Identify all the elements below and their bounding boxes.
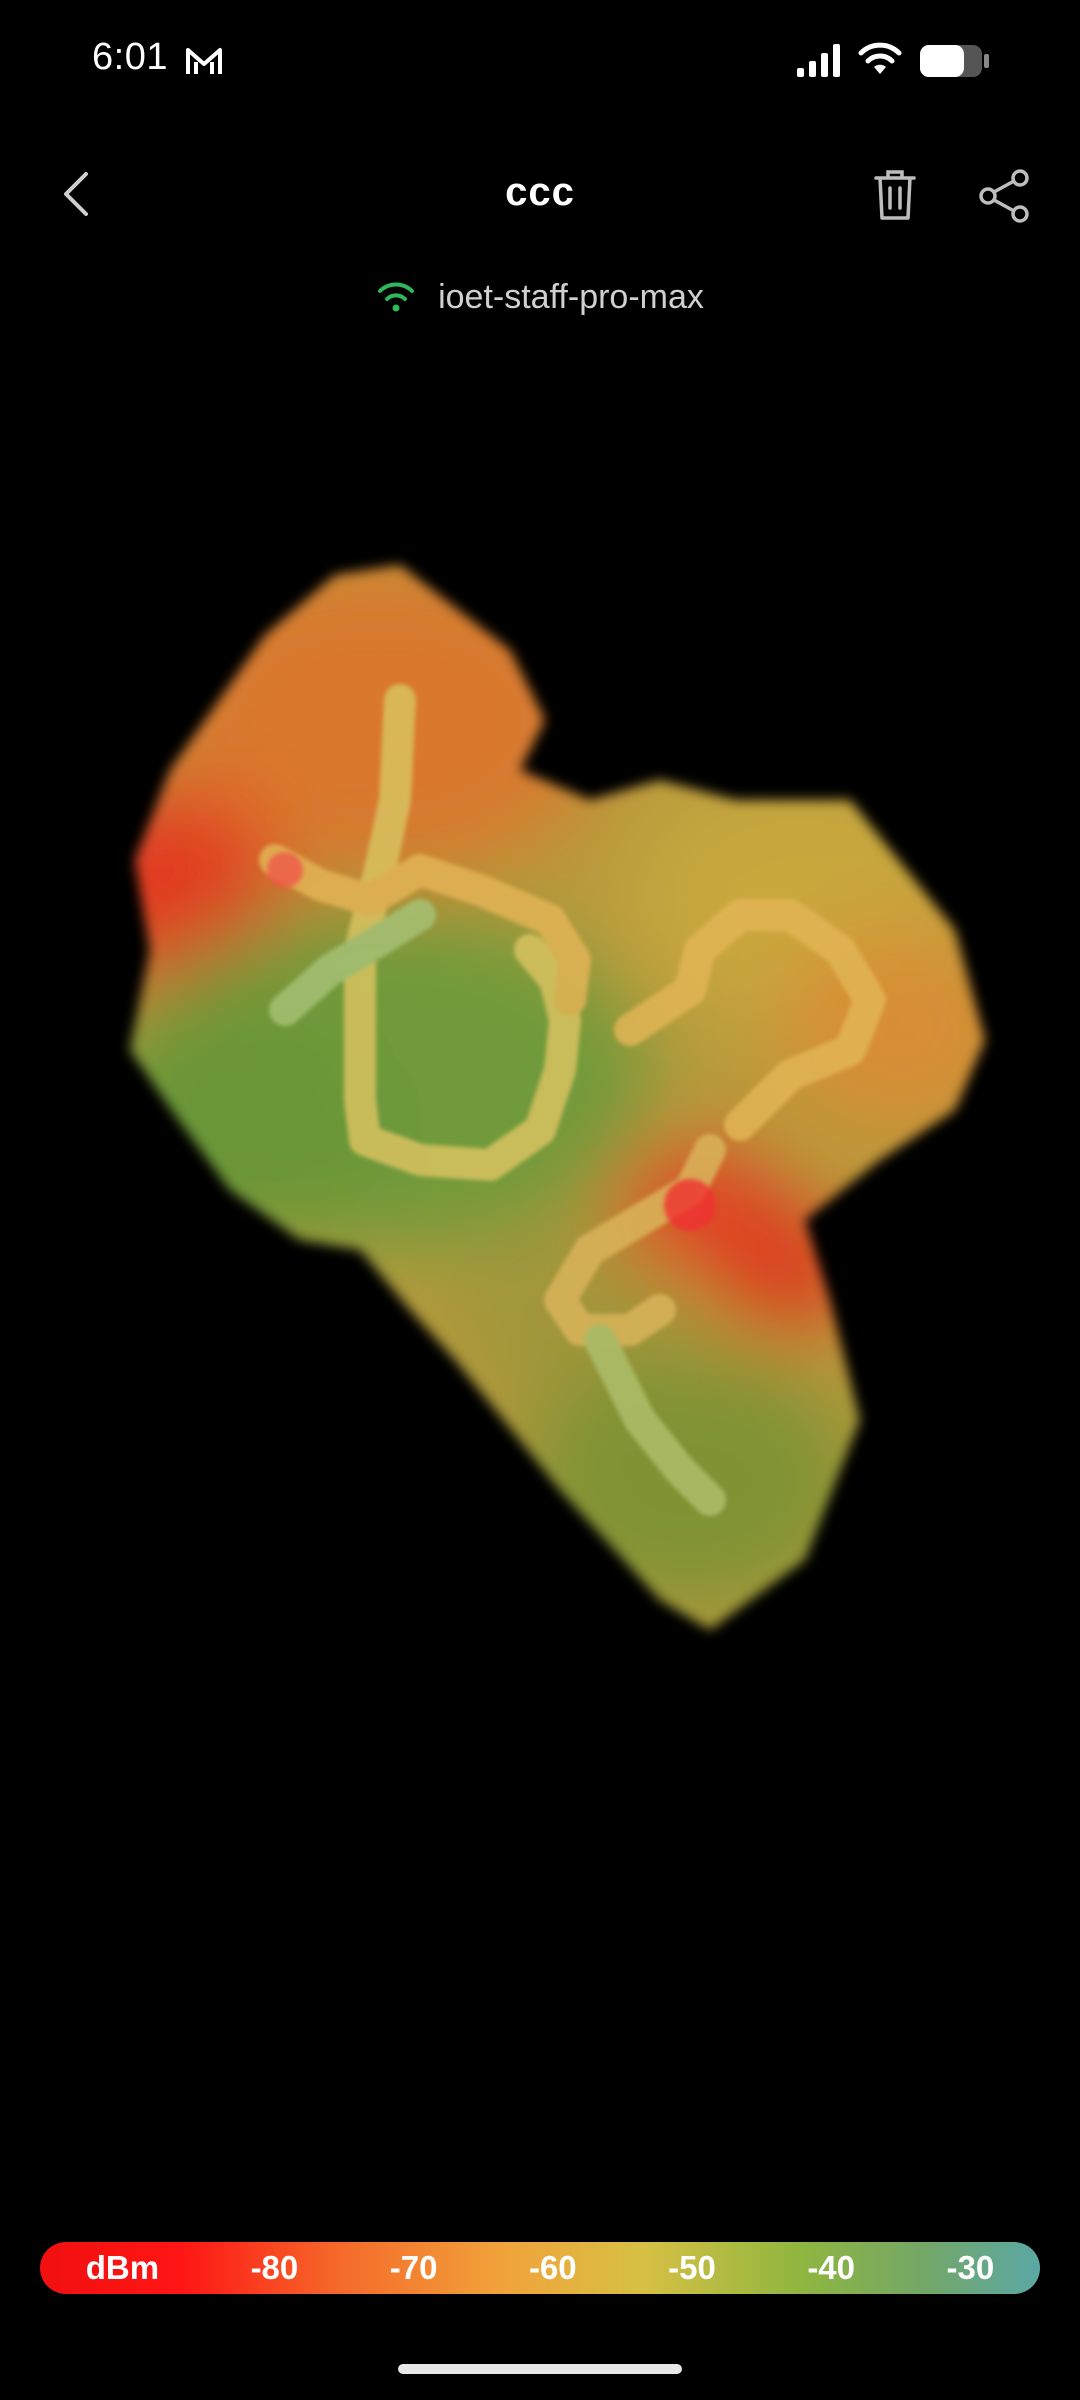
signal-icon: [797, 44, 840, 77]
signal-legend: dBm -80 -70 -60 -50 -40 -30: [40, 2242, 1040, 2294]
signal-heatmap: [130, 565, 985, 1630]
share-icon[interactable]: [976, 168, 1032, 224]
network-ssid: ioet-staff-pro-max: [438, 277, 704, 316]
legend-label: -40: [807, 2249, 856, 2286]
mail-icon: [186, 48, 222, 74]
status-bar: 6:01: [0, 0, 1080, 124]
trash-icon[interactable]: [870, 166, 920, 224]
status-time: 6:01: [92, 36, 168, 78]
screen: 6:01 ccc ioet-staff-pro-max dBm -80 -70 …: [0, 0, 1080, 2400]
legend-unit: dBm: [85, 2249, 160, 2286]
network-row: ioet-staff-pro-max: [0, 272, 1080, 322]
battery-icon: [920, 45, 989, 77]
legend-label: -30: [946, 2249, 995, 2286]
network-wifi-icon: [378, 282, 415, 312]
legend-label: -50: [668, 2249, 716, 2286]
legend-label: -60: [528, 2249, 577, 2286]
legend-label: -80: [250, 2249, 299, 2286]
home-indicator[interactable]: [398, 2364, 682, 2374]
legend-label: -70: [389, 2249, 438, 2286]
wifi-icon: [858, 42, 902, 74]
